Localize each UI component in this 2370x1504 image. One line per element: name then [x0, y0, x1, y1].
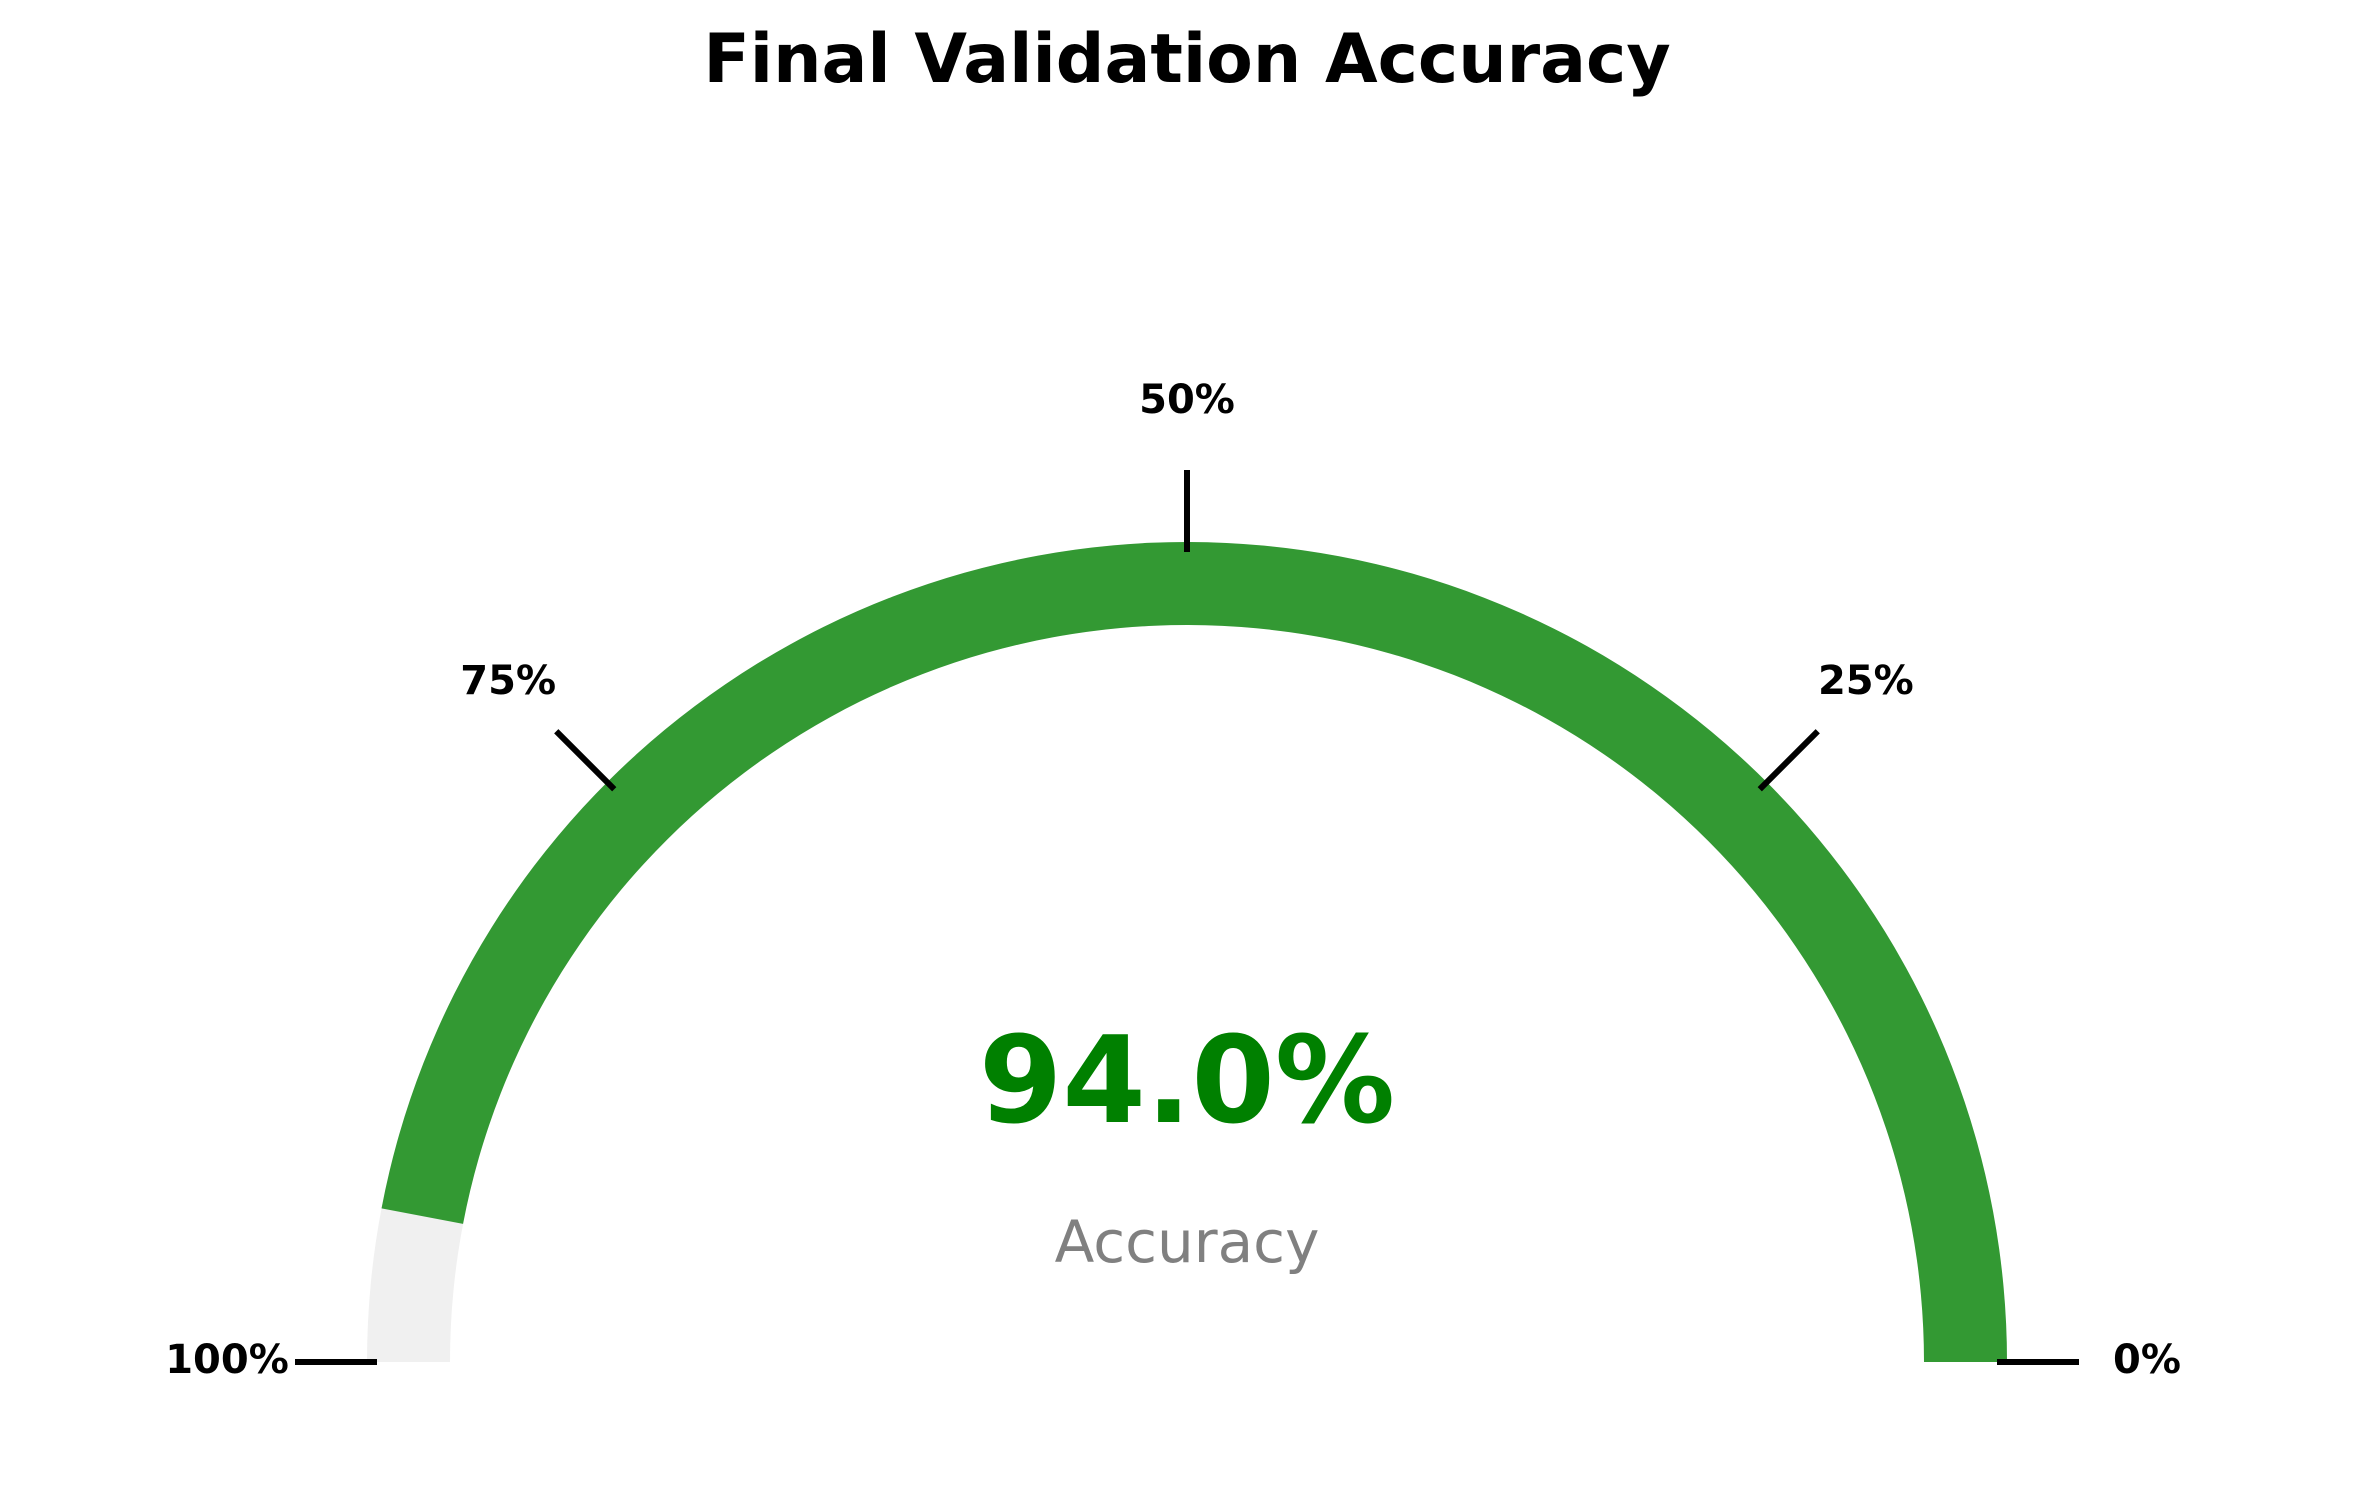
gauge-tick-25: [1757, 729, 1820, 792]
gauge-tick-label-0: 0%: [2113, 1337, 2181, 1383]
gauge-tick-label-100: 100%: [165, 1337, 289, 1383]
gauge-tick-label-50: 50%: [1139, 377, 1235, 423]
gauge-value-text: 94.0%: [979, 1012, 1395, 1151]
gauge-tick-label-75: 75%: [460, 658, 556, 704]
gauge-chart: Final Validation Accuracy 0% 25% 50% 75% 100…: [165, 20, 2181, 1383]
gauge-tick-label-25: 25%: [1818, 658, 1914, 704]
chart-title: Final Validation Accuracy: [703, 20, 1670, 99]
gauge-tick-75: [554, 729, 617, 792]
gauge-caption: Accuracy: [1055, 1208, 1320, 1276]
